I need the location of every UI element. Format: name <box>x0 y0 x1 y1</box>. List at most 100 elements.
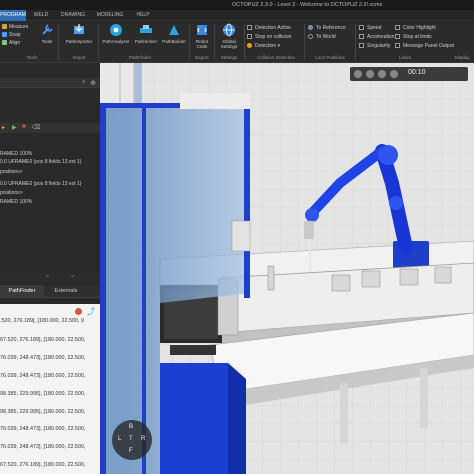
snap-icon <box>2 32 7 37</box>
ribbon-divider <box>355 24 356 60</box>
settings-icon[interactable] <box>354 70 362 78</box>
list-item[interactable]: 76.039, 248.473], [180.000, 22.500, <box>0 355 85 362</box>
console-line: positions> <box>0 169 23 175</box>
stop-icon[interactable]: ■ <box>22 124 26 130</box>
singularity-checkbox[interactable]: Singularity <box>359 43 390 50</box>
folder-icon[interactable]: ▸ <box>2 124 5 131</box>
pathbuilder-icon <box>169 25 179 35</box>
detection-icon <box>247 43 252 48</box>
panel-tabs: PathFinder Externals <box>0 285 100 298</box>
playback-controls: 00:10 <box>350 67 468 81</box>
robot-code-icon <box>197 25 207 35</box>
panel-header: + ⊕ <box>0 78 100 88</box>
panel-divider[interactable]: ⌄ ⌄ <box>0 273 100 281</box>
list-item[interactable]: 76.039, 248.473], [180.000, 22.500, <box>0 373 85 380</box>
measure-button[interactable]: Measure <box>2 24 28 31</box>
ribbon-divider <box>58 24 59 60</box>
ribbon: Measure Snap Align Tools Tools PathImpor… <box>0 21 474 63</box>
ribbon-divider <box>244 24 245 60</box>
color-highlight-checkbox[interactable]: Color Highlight <box>395 25 436 32</box>
chevron-down-icon: ▾ <box>276 43 281 49</box>
tab-help[interactable]: HELP <box>132 10 154 21</box>
group-label-limits: Limits <box>399 55 411 60</box>
console-toolbar: ▸ ▶ ■ ⌫ <box>0 123 100 133</box>
ribbon-divider <box>98 24 99 60</box>
view-navigator[interactable]: L T R F B <box>112 420 152 460</box>
tab-modeling[interactable]: MODELING <box>92 10 128 21</box>
play-icon[interactable] <box>378 70 386 78</box>
pathanalyzer-button[interactable]: PathAnalyzer <box>100 23 132 55</box>
group-label-import: Import <box>72 55 86 60</box>
robot-code-button[interactable]: Robot Code <box>190 23 214 55</box>
pathsolver-icon <box>140 25 152 33</box>
group-label-pathfinder: PathFinder <box>128 55 152 60</box>
list-item[interactable]: 98.385, 229.995], [180.000, 22.500, <box>0 391 85 398</box>
snap-button[interactable]: Snap <box>2 32 21 39</box>
left-panel: + ⊕ ▸ ▶ ■ ⌫ RAMED 100% 0.0 UFRAME0 (pos … <box>0 63 100 474</box>
nav-left[interactable]: L <box>118 436 121 442</box>
chevron-down-icon: ⌄ <box>45 273 51 279</box>
nav-front[interactable]: F <box>129 448 133 454</box>
swoosh-icon[interactable]: ⤴ <box>87 306 95 317</box>
measure-icon <box>2 24 7 29</box>
list-item[interactable]: 67.520, 276.189], [180.000, 22.500, <box>0 337 85 344</box>
title-bar: OCTOPUZ 2.3.0 - Level 3 - Welcome to OCT… <box>0 0 474 10</box>
detection-dropdown[interactable]: Detection ▾ <box>247 43 280 50</box>
to-reference-radio[interactable]: To Reference <box>308 25 346 32</box>
tab-weld[interactable]: WELD <box>28 10 54 21</box>
stop-at-limits-checkbox[interactable]: Stop at limits <box>395 34 432 41</box>
add-icon[interactable]: + <box>82 79 86 86</box>
tab-drawing[interactable]: DRAWING <box>58 10 88 21</box>
pathanalyzer-icon <box>110 24 122 36</box>
pathsolver-button[interactable]: PathSolver <box>131 23 161 55</box>
group-label-tools: Tools <box>26 55 38 60</box>
3d-viewport[interactable]: 00:10 L T R F B <box>100 63 474 474</box>
nav-top[interactable]: T <box>129 436 133 442</box>
list-item[interactable]: 67.520, 276.189], [180.000, 22.500, <box>0 462 85 469</box>
console-line: positions> <box>0 190 23 196</box>
stop-on-collision-checkbox[interactable]: Stop on collision <box>247 34 291 41</box>
console-line: 0.0 UFRAME0 (pos 8 fields 13 ext 1) <box>0 181 82 187</box>
console-line: RAMED 100% <box>0 199 33 205</box>
clear-icon[interactable]: ⌫ <box>32 124 40 131</box>
pathimporter-button[interactable]: PathImporter <box>62 23 96 55</box>
speed-checkbox[interactable]: Speed <box>359 25 381 32</box>
console-line: RAMED 100% <box>0 151 33 157</box>
nav-back[interactable]: B <box>129 424 133 430</box>
global-settings-button[interactable]: Global Settings <box>215 23 243 55</box>
group-label-lock: Lock Positions <box>315 55 345 60</box>
step-icon[interactable] <box>390 70 398 78</box>
group-label-export: Export <box>195 55 209 60</box>
to-world-radio[interactable]: To World <box>308 34 336 41</box>
tab-pathfinder[interactable]: PathFinder <box>0 285 44 298</box>
console-line: 0.0 UFRAME0 (pos 8 fields 13 ext 1) <box>0 159 82 165</box>
tab-program[interactable]: PROGRAM <box>0 10 26 21</box>
menu-bar: PROGRAM WELD DRAWING MODELING HELP <box>0 10 474 21</box>
group-label-collision: Collision Detection <box>256 55 296 60</box>
message-panel-output-checkbox[interactable]: Message Panel Output <box>395 43 454 50</box>
group-label-display: Display <box>454 55 470 60</box>
chevron-down-icon: ⌄ <box>70 273 76 279</box>
globe-icon <box>223 23 235 37</box>
record-icon[interactable] <box>75 308 82 315</box>
import-icon <box>74 24 84 34</box>
path-data-list: ⤴ .520, 276.189], [180.000, 22.500, 9 67… <box>0 304 100 474</box>
list-item[interactable]: 76.039, 248.473], [180.000, 22.500, <box>0 444 85 451</box>
group-label-settings: Settings <box>220 55 238 60</box>
pathbuilder-button[interactable]: PathBuilder <box>159 23 189 55</box>
align-button[interactable]: Align <box>2 40 20 47</box>
playback-time: 00:10 <box>408 69 426 76</box>
nav-right[interactable]: R <box>141 436 145 442</box>
wrench-icon <box>42 24 53 35</box>
run-icon[interactable]: ▶ <box>12 124 17 131</box>
list-item[interactable]: 76.039, 248.473], [180.000, 22.500, <box>0 426 85 433</box>
detection-active-checkbox[interactable]: Detection Active <box>247 25 291 32</box>
acceleration-checkbox[interactable]: Acceleration <box>359 34 395 41</box>
tab-externals[interactable]: Externals <box>46 285 86 298</box>
list-item[interactable]: .520, 276.189], [180.000, 22.500, 9 <box>0 318 84 325</box>
list-item[interactable]: 98.385, 229.995], [180.000, 22.500, <box>0 409 85 416</box>
rewind-icon[interactable] <box>366 70 374 78</box>
pin-icon[interactable]: ⊕ <box>90 79 96 87</box>
align-icon <box>2 40 7 45</box>
scene-render <box>100 63 474 474</box>
